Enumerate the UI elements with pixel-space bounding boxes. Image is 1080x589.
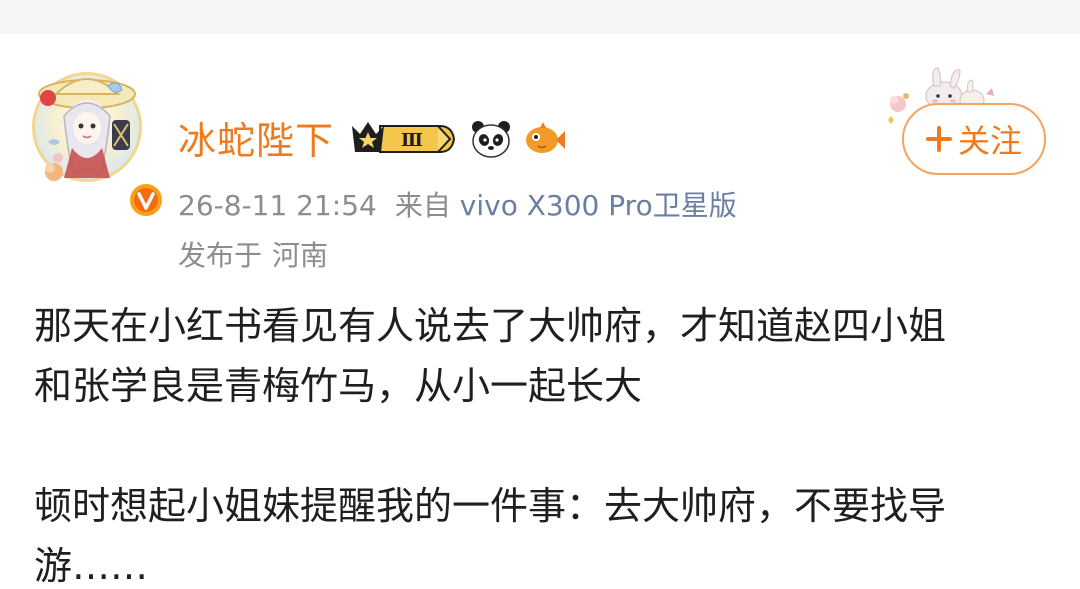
anime-avatar-icon (38, 78, 136, 181)
source-prefix: 来自 (394, 189, 451, 222)
post-meta: 26-8-11 21:54 来自 vivo X300 Pro卫星版 (178, 184, 737, 224)
location-prefix: 发布于 (178, 239, 263, 272)
panda-icon[interactable] (470, 118, 512, 160)
post-text-line: 那天在小红书看见有人说去了大帅府，才知道赵四小姐 (34, 304, 947, 348)
post-text-line: 顿时想起小姐妹提醒我的一件事：去大帅府，不要找导 (34, 484, 947, 528)
location-name: 河南 (272, 239, 329, 272)
post-text-line: 和张学良是青梅竹马，从小一起长大 (34, 364, 643, 408)
verified-v-icon (128, 182, 164, 218)
fish-icon[interactable] (524, 118, 566, 160)
follow-label: 关注 (957, 122, 1022, 160)
post-timestamp: 26-8-11 21:54 (178, 189, 377, 222)
top-separator (0, 0, 1080, 35)
weibo-post-screen: 冰蛇陛下 Ⅲ 26-8-11 21:54 来自 vivo X300 Pro卫星版… (0, 0, 1080, 589)
post-location: 发布于 河南 (178, 234, 328, 274)
post-text-line: 游…… (34, 544, 149, 588)
username[interactable]: 冰蛇陛下 (178, 110, 334, 165)
level-badge-text: Ⅲ (401, 130, 423, 151)
device-name[interactable]: vivo X300 Pro卫星版 (460, 189, 737, 222)
crown-level-icon[interactable]: Ⅲ (350, 118, 458, 160)
plus-icon (925, 126, 952, 152)
post-card: 冰蛇陛下 Ⅲ 26-8-11 21:54 来自 vivo X300 Pro卫星版… (0, 34, 1080, 589)
post-body: 那天在小红书看见有人说去了大帅府，才知道赵四小姐 和张学良是青梅竹马，从小一起长… (34, 296, 1044, 589)
follow-button[interactable]: 关注 (902, 103, 1046, 175)
user-badges: Ⅲ (350, 116, 566, 162)
avatar[interactable] (24, 64, 164, 218)
